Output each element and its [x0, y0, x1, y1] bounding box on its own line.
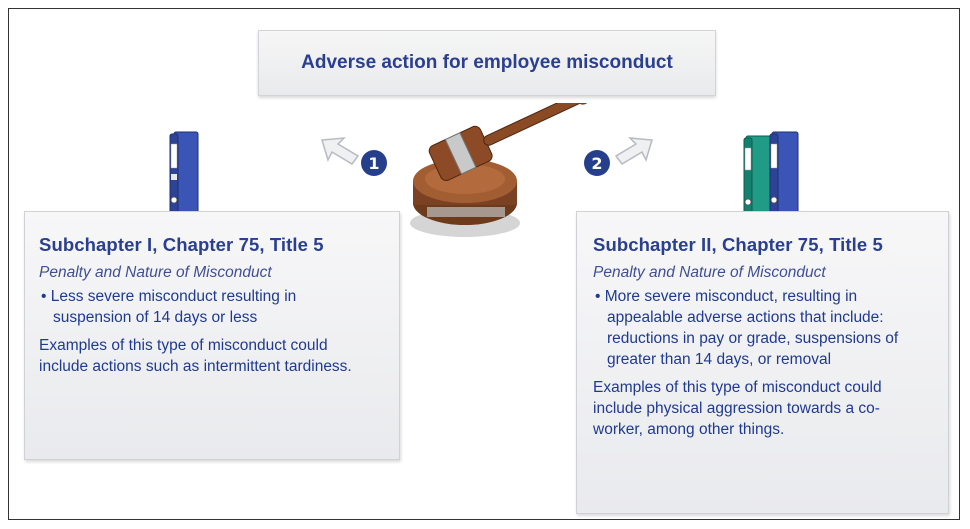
diagram-title: Adverse action for employee misconduct [258, 30, 716, 96]
subchapter-one-example: Examples of this type of misconduct coul… [39, 337, 352, 375]
subchapter-two-subheading: Penalty and Nature of Misconduct [593, 264, 826, 281]
marker-one: 1 [361, 150, 387, 176]
arrow-left-icon [321, 137, 360, 165]
subchapter-one-heading: Subchapter I, Chapter 75, Title 5 [39, 234, 324, 255]
subchapter-one-subheading: Penalty and Nature of Misconduct [39, 264, 272, 281]
subchapter-one-bullet: • Less severe misconduct resulting in su… [41, 288, 297, 326]
gavel-icon [410, 103, 590, 237]
subchapter-two-example: Examples of this type of misconduct coul… [593, 379, 882, 438]
subchapter-two-panel: Subchapter II, Chapter 75, Title 5 Penal… [576, 211, 949, 514]
subchapter-one-panel: Subchapter I, Chapter 75, Title 5 Penalt… [24, 211, 400, 460]
binder-icon [169, 131, 199, 217]
binders-icon [743, 131, 799, 217]
title-text: Adverse action for employee misconduct [301, 52, 673, 73]
subchapter-two-bullet: • More severe misconduct, resulting in a… [595, 288, 899, 368]
arrow-right-icon [614, 137, 653, 165]
subchapter-two-heading: Subchapter II, Chapter 75, Title 5 [593, 234, 883, 255]
